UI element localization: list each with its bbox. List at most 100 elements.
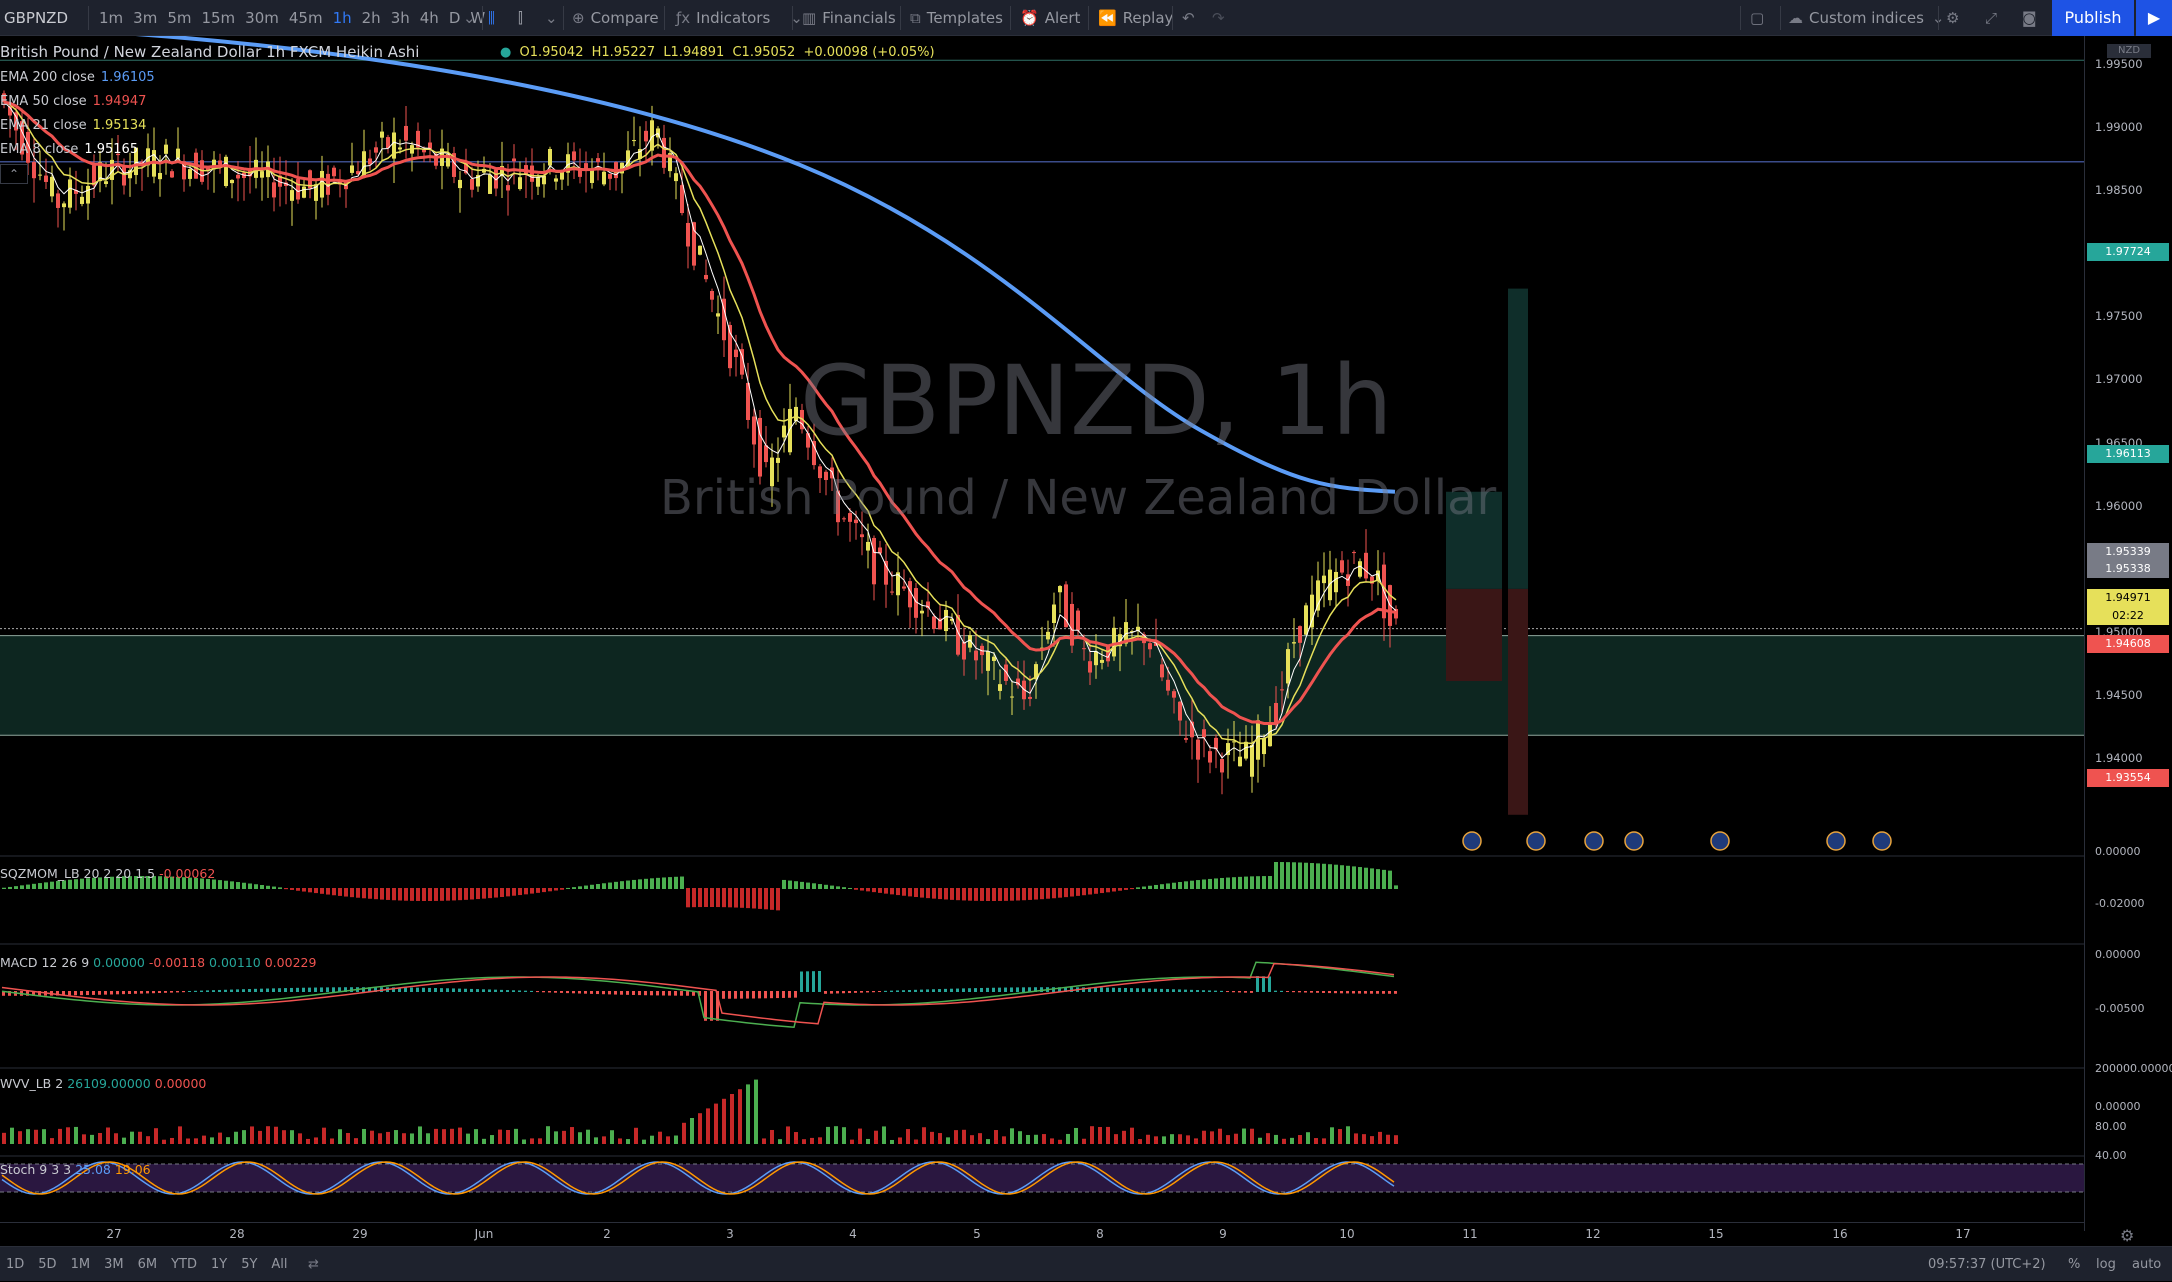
candle-body <box>920 610 924 614</box>
undo-icon[interactable]: ↶ <box>1182 0 1195 36</box>
timeframe-45m[interactable]: 45m <box>284 0 328 36</box>
chart-canvas[interactable] <box>0 36 2084 1222</box>
range-5Y[interactable]: 5Y <box>241 1257 257 1272</box>
timeframe-2h[interactable]: 2h <box>357 0 386 36</box>
gear-icon[interactable]: ⚙ <box>1946 0 1959 36</box>
price-tick: 1.94500 <box>2095 687 2143 702</box>
wvv-bar <box>1250 1128 1254 1144</box>
macd-histogram-bar <box>74 991 77 996</box>
macd-histogram-bar <box>134 991 137 994</box>
wvv-bar <box>42 1129 46 1144</box>
time-tick: 12 <box>1585 1227 1601 1241</box>
timeframe-15m[interactable]: 15m <box>196 0 240 36</box>
timeframe-1h[interactable]: 1h <box>328 0 357 36</box>
macd-histogram-bar <box>482 989 485 992</box>
timeframe-3h[interactable]: 3h <box>386 0 415 36</box>
sqz-bar <box>242 882 246 889</box>
range-YTD[interactable]: YTD <box>171 1257 197 1272</box>
range-5D[interactable]: 5D <box>38 1257 56 1272</box>
collapse-legend-button[interactable]: ⌃ <box>0 164 28 184</box>
macd-histogram-bar <box>962 988 965 992</box>
wvv-bar <box>682 1122 686 1144</box>
timeframe-3m[interactable]: 3m <box>128 0 162 36</box>
sqz-bar <box>500 888 504 897</box>
compare-button[interactable]: ⊕ Compare <box>572 0 659 36</box>
range-1M[interactable]: 1M <box>71 1257 91 1272</box>
sqz-bar <box>374 888 378 900</box>
percent-toggle[interactable]: % <box>2068 1247 2080 1282</box>
sqz-bar <box>830 885 834 889</box>
timeframe-4h[interactable]: 4h <box>415 0 444 36</box>
chart-type-candles-icon[interactable]: ⫼ <box>488 0 495 36</box>
ema-legend-item[interactable]: EMA 8 close 1.95165 <box>0 142 138 157</box>
macd-histogram-bar <box>1202 990 1205 992</box>
wvv-legend[interactable]: WVV_LB 2 26109.00000 0.00000 <box>0 1076 206 1091</box>
macd-histogram-bar <box>938 989 941 992</box>
wvv-bar <box>322 1127 326 1144</box>
alarm-clock-icon: ⏰ <box>1020 9 1039 27</box>
candle-body <box>596 158 600 163</box>
sqz-bar <box>542 888 546 893</box>
indicator-axis-tick: 200000.00000 <box>2095 1062 2172 1075</box>
macd-histogram-bar <box>872 991 875 993</box>
timeframe-5m[interactable]: 5m <box>162 0 196 36</box>
range-3M[interactable]: 3M <box>104 1257 124 1272</box>
indicators-button[interactable]: ƒx Indicators ⌄ <box>676 0 803 36</box>
candle-body <box>1178 701 1182 721</box>
redo-icon[interactable]: ↷ <box>1212 0 1225 36</box>
macd-histogram-bar <box>1328 991 1331 994</box>
main-series-legend[interactable]: British Pound / New Zealand Dollar 1h FX… <box>0 43 419 61</box>
camera-icon[interactable]: ◙ <box>2022 0 2037 36</box>
wvv-bar <box>994 1130 998 1144</box>
timeframe-dropdown-icon[interactable]: ⌄ <box>463 0 476 36</box>
sqz-bar <box>1046 888 1050 899</box>
range-1D[interactable]: 1D <box>6 1257 24 1272</box>
alert-button[interactable]: ⏰ Alert <box>1020 0 1080 36</box>
log-toggle[interactable]: log <box>2096 1247 2116 1282</box>
ema-legend-item[interactable]: EMA 200 close 1.96105 <box>0 70 155 85</box>
publish-play-icon[interactable]: ▶ <box>2136 0 2172 36</box>
sqz-bar <box>800 881 804 889</box>
ema-legend-item[interactable]: EMA 50 close 1.94947 <box>0 94 146 109</box>
sqz-bar <box>1292 862 1296 889</box>
range-1Y[interactable]: 1Y <box>211 1257 227 1272</box>
wvv-bar <box>842 1127 846 1144</box>
wvv-value2: 0.00000 <box>154 1076 207 1091</box>
timeframe-1m[interactable]: 1m <box>94 0 128 36</box>
macd-histogram-bar <box>566 991 569 994</box>
auto-toggle[interactable]: auto <box>2132 1247 2161 1282</box>
candle-body <box>332 167 336 177</box>
templates-button[interactable]: ⧉ Templates <box>910 0 1003 36</box>
layout-icon[interactable]: ▢ <box>1750 0 1764 36</box>
sqz-bar <box>404 888 408 901</box>
macd-legend[interactable]: MACD 12 26 9 0.00000 -0.00118 0.00110 0.… <box>0 955 316 970</box>
sqz-bar <box>758 888 762 909</box>
macd-histogram-bar <box>1100 987 1103 992</box>
macd-histogram-bar <box>1370 991 1373 994</box>
time-axis[interactable]: 27 28 29 Jun 2 3 4 5 8 9 10 11 12 15 16 17 <box>0 1222 2084 1246</box>
financials-button[interactable]: ▥ Financials <box>802 0 896 36</box>
wvv-bar <box>850 1139 854 1144</box>
symbol-search[interactable]: GBPNZD <box>4 0 68 36</box>
candle-body <box>572 151 576 161</box>
stoch-legend[interactable]: Stoch 9 3 3 25.08 19.06 <box>0 1162 151 1177</box>
macd-histogram-bar <box>944 988 947 992</box>
macd-histogram-bar <box>284 988 287 992</box>
chart-type-dropdown-icon[interactable]: ⌄ <box>545 0 558 36</box>
range-All[interactable]: All <box>271 1257 287 1272</box>
price-axis[interactable]: NZD 1.995001.990001.985001.980001.975001… <box>2084 36 2172 1231</box>
custom-indices-button[interactable]: ☁Custom indices⌄ <box>1788 0 1944 36</box>
replay-button[interactable]: ⏪ Replay <box>1098 0 1173 36</box>
sqz-bar <box>332 888 336 896</box>
range-6M[interactable]: 6M <box>138 1257 158 1272</box>
ema-legend-item[interactable]: EMA 21 close 1.95134 <box>0 118 146 133</box>
sqzmom-legend[interactable]: SQZMOM_LB 20 2 20 1.5 -0.00062 <box>0 866 215 881</box>
wvv-bar <box>562 1130 566 1144</box>
timeframe-30m[interactable]: 30m <box>240 0 284 36</box>
chart-type-heikin-icon[interactable]: ⫿ <box>518 0 523 36</box>
fullscreen-icon[interactable]: ⤢ <box>1985 0 1997 36</box>
gear-icon[interactable]: ⚙ <box>2120 1226 2134 1245</box>
goto-date-icon[interactable]: ⇄ <box>308 1247 319 1282</box>
macd-histogram-bar <box>632 991 635 995</box>
publish-button[interactable]: Publish <box>2052 0 2134 36</box>
